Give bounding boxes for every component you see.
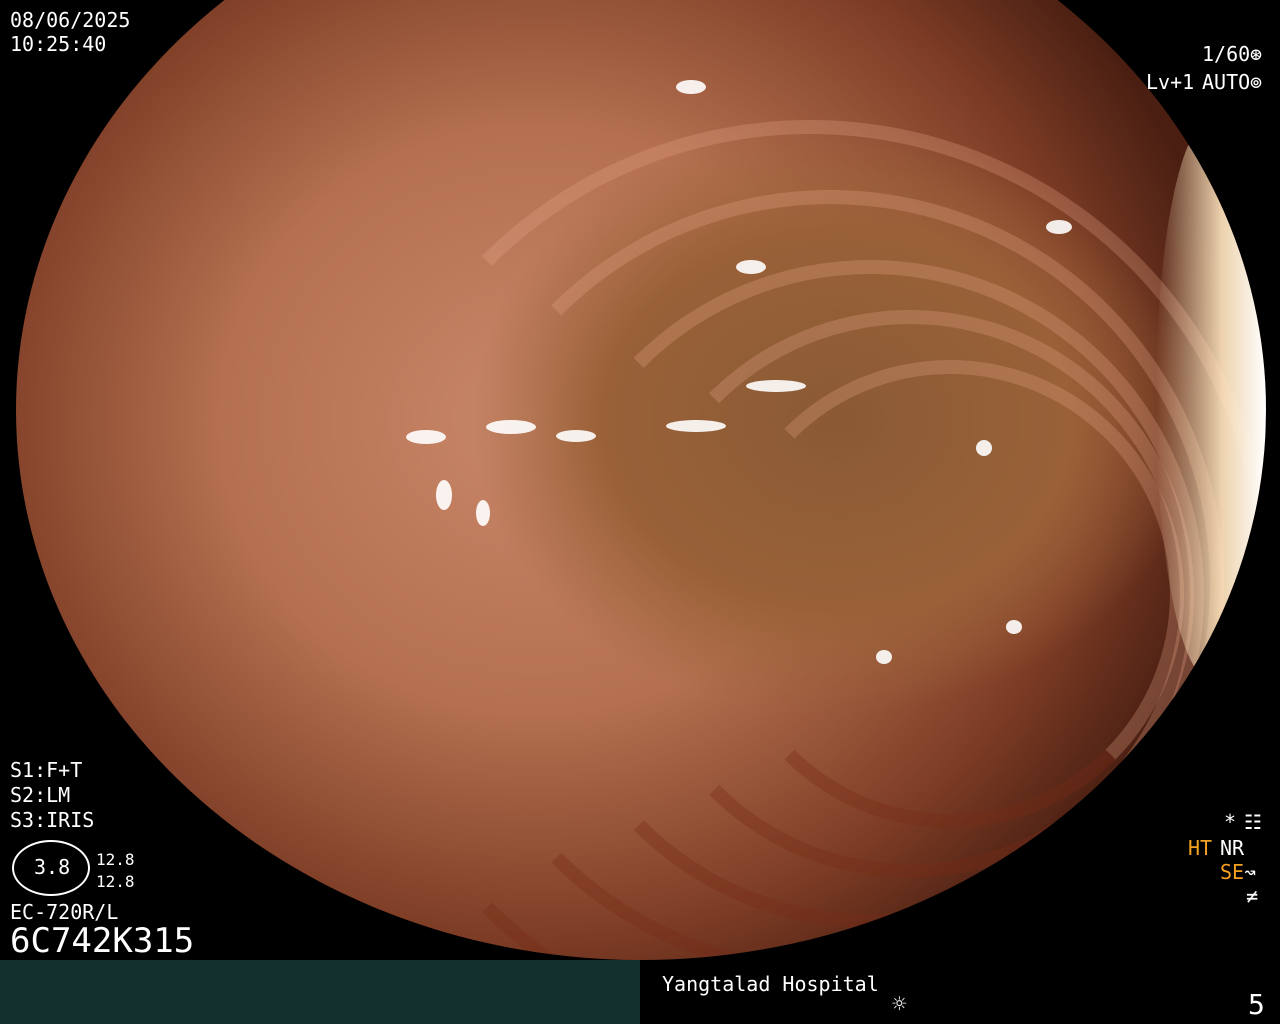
brightness-icon: ☼ <box>892 990 907 1018</box>
ratio-top: 12.8 <box>96 850 135 869</box>
time-display: 10:25:40 <box>10 32 107 56</box>
s1-setting: S1:F+T <box>10 758 83 782</box>
serial-number: 6C742K315 <box>10 921 195 961</box>
specular-highlight <box>746 380 806 392</box>
shutter-icon: ⊛ <box>1250 42 1263 66</box>
ht-indicator: HT <box>1188 836 1213 860</box>
auto-icon: ⊚ <box>1250 70 1263 94</box>
auto-display: AUTO <box>1202 70 1251 94</box>
light-glare <box>1156 120 1266 680</box>
specular-highlight <box>1006 620 1022 634</box>
specular-highlight <box>436 480 452 510</box>
bottom-bar-left <box>0 960 640 1024</box>
level-display: Lv+1 <box>1146 70 1195 94</box>
specular-highlight <box>486 420 536 434</box>
s2-setting: S2:LM <box>10 783 71 807</box>
shutter-display: 1/60 <box>1202 42 1251 66</box>
specular-highlight <box>406 430 446 444</box>
nr-indicator: NR <box>1220 836 1245 860</box>
specular-highlight <box>676 80 706 94</box>
mucosa-fold <box>716 360 1184 828</box>
image-count: 5 <box>1248 988 1265 1021</box>
date-display: 08/06/2025 <box>10 8 131 32</box>
freeze-icon: ≠ <box>1246 884 1259 908</box>
se-icon: ↝ <box>1244 860 1257 884</box>
ratio-bottom: 12.8 <box>96 872 135 891</box>
specular-highlight <box>556 430 596 442</box>
endoscope-view <box>16 0 1266 960</box>
ratio-center: 3.8 <box>34 855 71 879</box>
star-indicator: * <box>1224 810 1237 834</box>
hospital-name: Yangtalad Hospital <box>662 972 879 996</box>
se-indicator: SE <box>1220 860 1245 884</box>
settings-icon: ☷ <box>1244 810 1262 834</box>
specular-highlight <box>976 440 992 456</box>
specular-highlight <box>876 650 892 664</box>
s3-setting: S3:IRIS <box>10 808 95 832</box>
specular-highlight <box>1046 220 1072 234</box>
specular-highlight <box>476 500 490 526</box>
specular-highlight <box>736 260 766 274</box>
specular-highlight <box>666 420 726 432</box>
